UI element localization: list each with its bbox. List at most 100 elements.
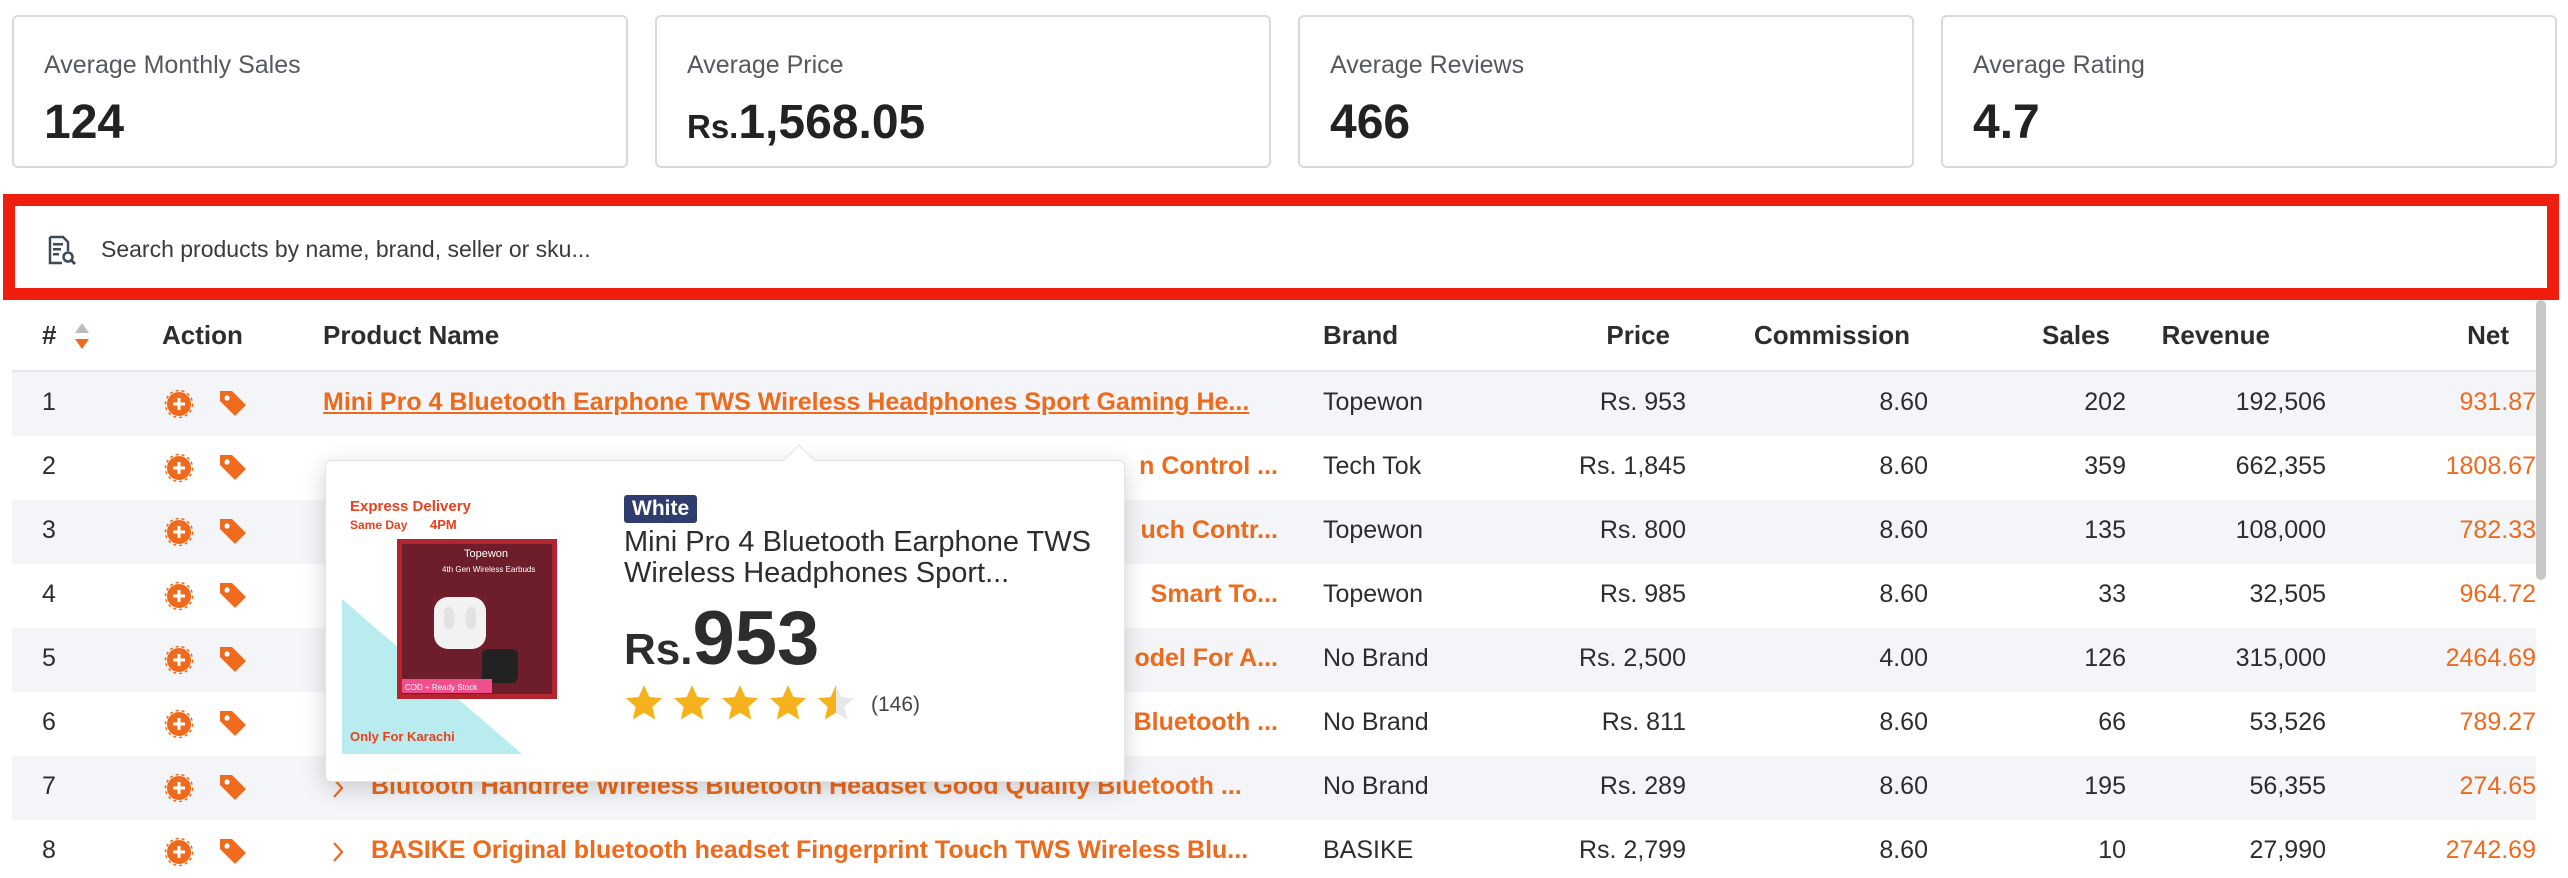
cell-sales: 126 xyxy=(2084,644,2126,672)
product-name-link[interactable]: Mini Pro 4 Bluetooth Earphone TWS Wirele… xyxy=(323,388,1278,417)
cell-brand: Tech Tok xyxy=(1323,452,1422,480)
header-price[interactable]: Price xyxy=(1606,320,1670,351)
cell-revenue: 27,990 xyxy=(2249,836,2326,864)
table-header: # Action Product Name Brand Price Commis… xyxy=(12,300,2536,372)
cell-price: Rs. 811 xyxy=(1601,708,1686,736)
tag-icon[interactable] xyxy=(217,387,249,419)
stat-value: 466 xyxy=(1330,96,1411,149)
document-search-icon xyxy=(48,235,76,265)
cell-net: 931.87 xyxy=(2459,388,2536,416)
search-input[interactable] xyxy=(101,226,2501,272)
search-bar xyxy=(3,194,2559,300)
cell-num: 8 xyxy=(42,836,56,864)
variant-badge: White xyxy=(624,495,698,523)
tag-icon[interactable] xyxy=(217,643,249,675)
tag-icon[interactable] xyxy=(217,515,249,547)
tag-icon[interactable] xyxy=(217,771,249,803)
popup-product-title: Mini Pro 4 Bluetooth Earphone TWS Wirele… xyxy=(624,527,1091,589)
header-sales[interactable]: Sales xyxy=(2042,320,2110,351)
image-text-cod: COD + Ready Stock xyxy=(405,683,478,692)
tag-icon[interactable] xyxy=(217,451,249,483)
cell-price: Rs. 985 xyxy=(1599,580,1686,608)
tag-icon[interactable] xyxy=(217,579,249,611)
add-circle-icon[interactable] xyxy=(164,709,194,739)
cell-net: 2742.69 xyxy=(2445,836,2536,864)
cell-brand: No Brand xyxy=(1323,644,1429,672)
image-text-gen: 4th Gen Wireless Earbuds xyxy=(442,565,535,574)
popup-price: Rs.953 xyxy=(624,601,819,677)
cell-price: Rs. 800 xyxy=(1599,516,1686,544)
popup-price-amount: 953 xyxy=(692,596,820,681)
product-preview-popup: Express Delivery Same Day 4PM Topewon 4t… xyxy=(325,444,1125,782)
product-thumbnail: Express Delivery Same Day 4PM Topewon 4t… xyxy=(342,489,574,754)
cell-commission: 8.60 xyxy=(1879,388,1928,416)
cell-net: 964.72 xyxy=(2459,580,2536,608)
stat-card-average-price: Average Price Rs.1,568.05 xyxy=(655,15,1271,168)
image-text-sameday: Same Day xyxy=(350,518,408,532)
cell-sales: 135 xyxy=(2084,516,2126,544)
cell-num: 5 xyxy=(42,644,56,672)
star-icon xyxy=(674,685,710,720)
table-row: 1 Mini Pro 4 Bluetooth Earphone TWS Wire… xyxy=(12,372,2536,436)
cell-commission: 8.60 xyxy=(1879,836,1928,864)
image-text-express: Express Delivery xyxy=(350,498,472,515)
cell-commission: 8.60 xyxy=(1879,708,1928,736)
star-icon xyxy=(722,685,758,720)
product-name-link[interactable]: BASIKE Original bluetooth headset Finger… xyxy=(371,836,1276,865)
cell-revenue: 53,526 xyxy=(2249,708,2326,736)
table-row: 8 BASIKE Original bluetooth headset Fing… xyxy=(12,820,2536,878)
cell-price: Rs. 2,500 xyxy=(1578,644,1686,672)
cell-brand: No Brand xyxy=(1323,772,1429,800)
stats-cards: Average Monthly Sales 124 Average Price … xyxy=(12,15,2557,168)
header-brand[interactable]: Brand xyxy=(1323,320,1398,351)
header-product-name[interactable]: Product Name xyxy=(323,320,499,351)
cell-price: Rs. 953 xyxy=(1599,388,1686,416)
scrollbar-thumb[interactable] xyxy=(2536,300,2546,580)
sort-icon[interactable] xyxy=(73,321,91,351)
cell-price: Rs. 1,845 xyxy=(1578,452,1686,480)
stat-value: 124 xyxy=(44,96,125,149)
cell-net: 274.65 xyxy=(2459,772,2536,800)
chevron-right-icon[interactable] xyxy=(327,838,349,866)
add-circle-icon[interactable] xyxy=(164,453,194,483)
add-circle-icon[interactable] xyxy=(164,581,194,611)
header-revenue[interactable]: Revenue xyxy=(2162,320,2270,351)
cell-net: 789.27 xyxy=(2459,708,2536,736)
cell-revenue: 662,355 xyxy=(2235,452,2326,480)
cell-revenue: 192,506 xyxy=(2235,388,2326,416)
cell-sales: 10 xyxy=(2098,836,2126,864)
star-icon xyxy=(770,685,806,720)
add-circle-icon[interactable] xyxy=(164,837,194,867)
stat-value: Rs.1,568.05 xyxy=(687,96,926,149)
stat-label: Average Price xyxy=(687,51,844,79)
add-circle-icon[interactable] xyxy=(164,773,194,803)
cell-sales: 195 xyxy=(2084,772,2126,800)
image-text-time: 4PM xyxy=(430,517,457,532)
header-commission[interactable]: Commission xyxy=(1754,320,1910,351)
add-circle-icon[interactable] xyxy=(164,389,194,419)
stat-card-average-rating: Average Rating 4.7 xyxy=(1941,15,2557,168)
cell-commission: 4.00 xyxy=(1879,644,1928,672)
cell-sales: 359 xyxy=(2084,452,2126,480)
cell-num: 7 xyxy=(42,772,56,800)
cell-num: 1 xyxy=(42,388,56,416)
add-circle-icon[interactable] xyxy=(164,517,194,547)
cell-num: 2 xyxy=(42,452,56,480)
tag-icon[interactable] xyxy=(217,835,249,867)
cell-commission: 8.60 xyxy=(1879,452,1928,480)
cell-brand: Topewon xyxy=(1323,388,1424,416)
cell-revenue: 32,505 xyxy=(2249,580,2326,608)
cell-revenue: 56,355 xyxy=(2249,772,2326,800)
cell-sales: 33 xyxy=(2098,580,2126,608)
star-icon xyxy=(818,685,854,720)
tag-icon[interactable] xyxy=(217,707,249,739)
cell-net: 782.33 xyxy=(2459,516,2536,544)
stat-value: 4.7 xyxy=(1973,96,2040,149)
add-circle-icon[interactable] xyxy=(164,645,194,675)
header-net[interactable]: Net xyxy=(2467,320,2509,351)
table-scrollbar[interactable] xyxy=(2536,300,2550,580)
stat-card-monthly-sales: Average Monthly Sales 124 xyxy=(12,15,628,168)
stat-label: Average Reviews xyxy=(1330,51,1525,79)
stat-label: Average Rating xyxy=(1973,51,2145,79)
cell-price: Rs. 289 xyxy=(1599,772,1686,800)
